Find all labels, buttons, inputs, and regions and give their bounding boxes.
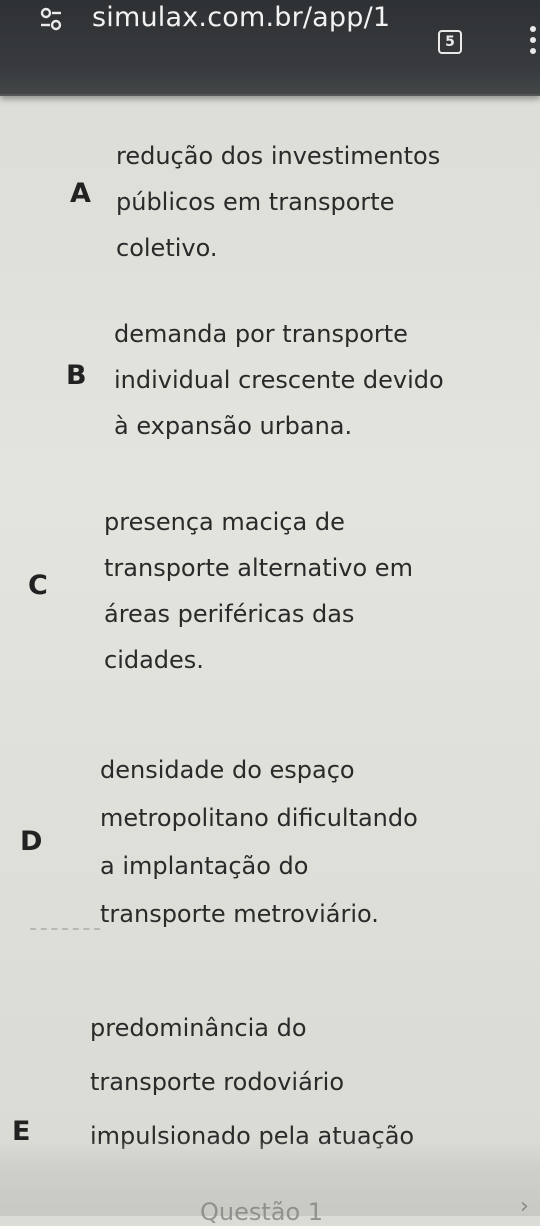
- tab-switcher-button[interactable]: 5: [438, 30, 462, 54]
- option-text-line: presença maciça de: [104, 508, 345, 536]
- option-text-line: metropolitano dificultando: [100, 804, 418, 832]
- answer-options: A redução dos investimentos públicos em …: [0, 96, 540, 1216]
- option-letter: C: [28, 570, 48, 601]
- option-text-line: densidade do espaço: [100, 756, 355, 784]
- option-c[interactable]: C presença maciça de transporte alternat…: [0, 500, 540, 680]
- option-text-line: transporte rodoviário: [90, 1068, 345, 1096]
- address-bar-url[interactable]: simulax.com.br/app/1: [92, 2, 390, 33]
- option-text-line: transporte metroviário.: [100, 900, 379, 928]
- option-text-line: áreas periféricas das: [104, 600, 355, 628]
- option-letter: A: [70, 178, 91, 209]
- option-text-line: a implantação do: [100, 852, 309, 880]
- site-settings-icon[interactable]: [40, 6, 62, 34]
- option-b[interactable]: B demanda por transporte individual cres…: [0, 310, 540, 440]
- browser-menu-icon[interactable]: [530, 26, 538, 56]
- option-e[interactable]: E predominância do transporte rodoviário…: [0, 1006, 540, 1156]
- divider: [30, 928, 100, 930]
- option-d[interactable]: D densidade do espaço metropolitano difi…: [0, 748, 540, 938]
- browser-toolbar: simulax.com.br/app/1 5: [0, 0, 540, 96]
- option-text-line: predominância do: [90, 1014, 307, 1042]
- option-text-line: individual crescente devido: [114, 366, 444, 394]
- option-text-line: coletivo.: [116, 234, 218, 262]
- option-a[interactable]: A redução dos investimentos públicos em …: [0, 120, 540, 262]
- option-text-line: cidades.: [104, 646, 204, 674]
- chevron-right-icon[interactable]: ›: [520, 1194, 529, 1219]
- option-text-line: públicos em transporte: [116, 188, 395, 216]
- option-letter: D: [20, 826, 43, 857]
- option-text-line: à expansão urbana.: [114, 412, 353, 440]
- option-text-line: demanda por transporte: [114, 320, 408, 348]
- option-letter: B: [66, 360, 87, 391]
- option-text-line: redução dos investimentos: [116, 142, 441, 170]
- next-question-heading: Questão 1: [200, 1198, 324, 1226]
- option-text-line: transporte alternativo em: [104, 554, 413, 582]
